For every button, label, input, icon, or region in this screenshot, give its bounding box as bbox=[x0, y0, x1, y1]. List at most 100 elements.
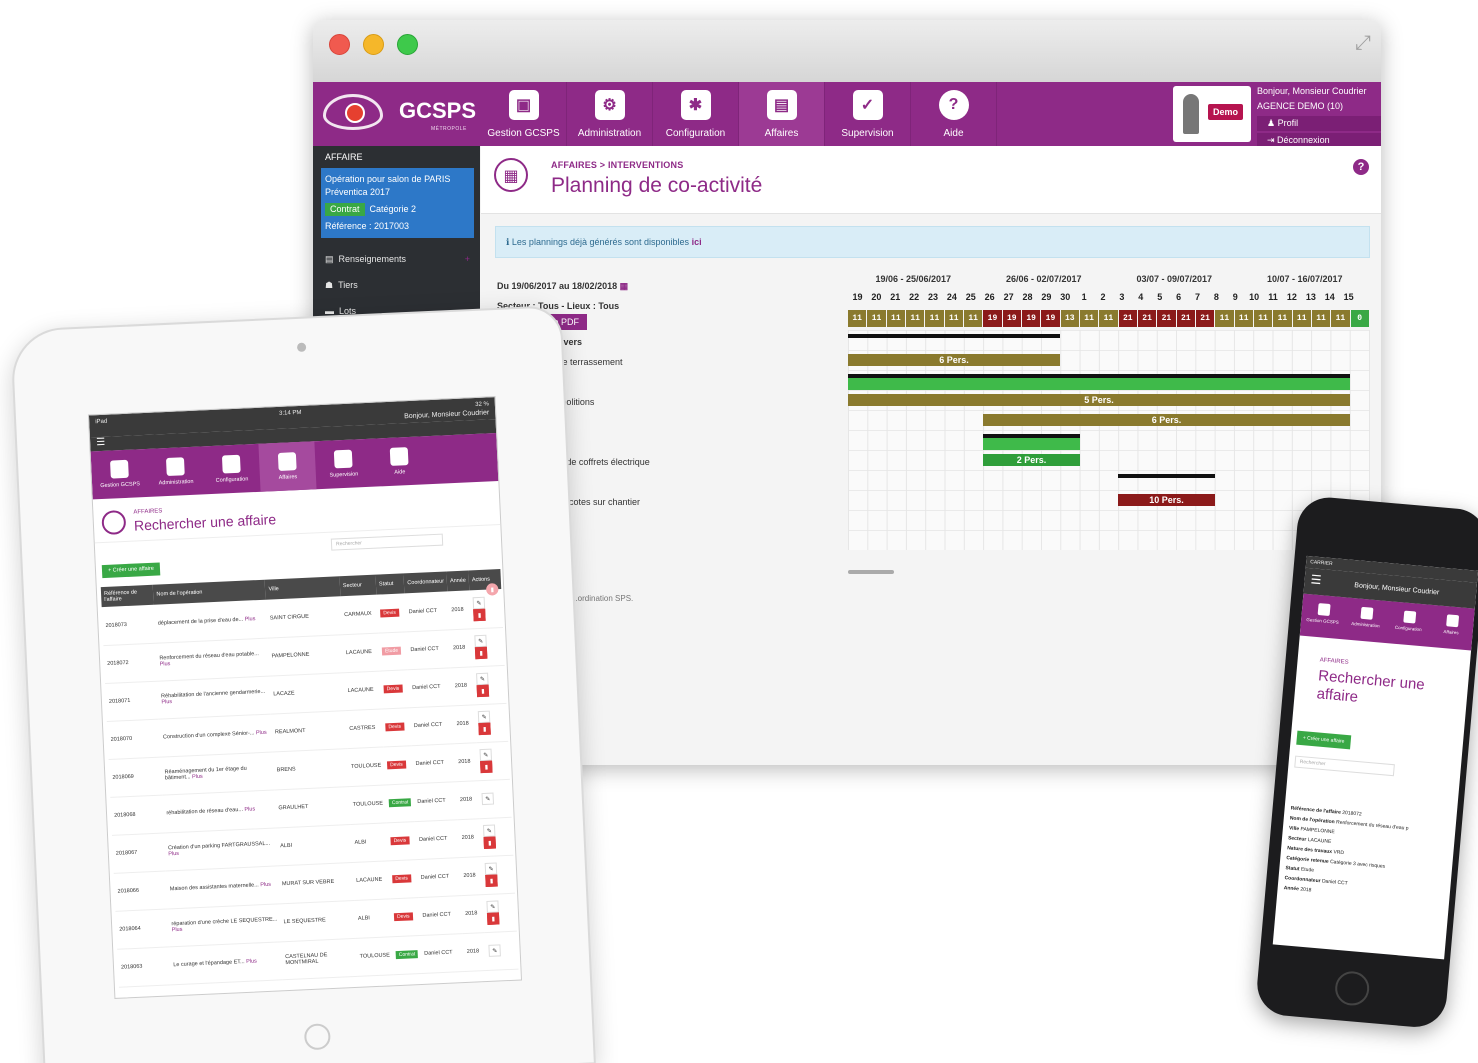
workers-count-cell: 11 bbox=[1331, 310, 1350, 327]
phone-nav-item[interactable]: Affaires bbox=[1428, 605, 1474, 651]
phone-create-button[interactable]: + Créer une affaire bbox=[1296, 730, 1351, 750]
phone-nav-item[interactable]: Gestion GCSPS bbox=[1300, 594, 1346, 640]
secteur-cell: ALBI bbox=[350, 822, 389, 863]
delete-trash-icon[interactable]: ▮ bbox=[487, 912, 500, 925]
reference-cell: 2018063 bbox=[117, 946, 172, 987]
phone-home-button[interactable] bbox=[1333, 970, 1371, 1007]
sidebar-item-tiers[interactable]: ☗ Tiers bbox=[313, 272, 480, 298]
edit-pencil-icon[interactable]: ✎ bbox=[476, 672, 489, 686]
delete-trash-icon[interactable]: ▮ bbox=[474, 646, 488, 660]
user-agency[interactable]: AGENCE DEMO (10) bbox=[1257, 99, 1381, 114]
affaire-reference: Référence : 2017003 bbox=[325, 221, 410, 231]
more-link[interactable]: Plus bbox=[245, 616, 256, 622]
column-header[interactable]: Référence de l'affaire bbox=[100, 584, 154, 608]
close-window-button[interactable] bbox=[329, 34, 350, 55]
gantt-bar[interactable]: 2 Pers. bbox=[983, 454, 1080, 466]
edit-pencil-icon[interactable]: ✎ bbox=[479, 748, 493, 762]
nav-aide[interactable]: ? Aide bbox=[911, 82, 997, 146]
nav-supervision[interactable]: ✓ Supervision bbox=[825, 82, 911, 146]
coordonnateur-cell: Daniel CCT bbox=[411, 743, 457, 784]
tablet-search-input[interactable]: Rechercher bbox=[330, 533, 444, 551]
gantt-bar[interactable] bbox=[983, 438, 1080, 450]
column-header[interactable]: Année bbox=[446, 570, 470, 592]
reference-cell: 2018073 bbox=[101, 604, 156, 646]
window-titlebar: ⤢ bbox=[313, 20, 1381, 82]
gantt-bar[interactable]: 6 Pers. bbox=[848, 354, 1060, 366]
tablet-nav-item[interactable]: Supervision bbox=[314, 439, 372, 489]
minimize-window-button[interactable] bbox=[363, 34, 384, 55]
edit-pencil-icon[interactable]: ✎ bbox=[488, 944, 502, 957]
more-link[interactable]: Plus bbox=[260, 882, 271, 888]
more-link[interactable]: Plus bbox=[168, 851, 179, 857]
column-header[interactable]: Statut bbox=[375, 573, 405, 595]
expand-icon[interactable]: ⤢ bbox=[1355, 30, 1371, 54]
nav-gestion-gcsps[interactable]: ▣ Gestion GCSPS bbox=[481, 82, 567, 146]
tablet-nav-item[interactable]: Configuration bbox=[202, 444, 260, 494]
gantt-bar[interactable]: 10 Pers. bbox=[1118, 494, 1215, 506]
nav-administration[interactable]: ⚙ Administration bbox=[567, 82, 653, 146]
zoom-window-button[interactable] bbox=[397, 34, 418, 55]
more-link[interactable]: Plus bbox=[244, 806, 255, 812]
edit-pencil-icon[interactable]: ✎ bbox=[483, 824, 496, 838]
column-header[interactable]: Coordonnateur bbox=[403, 571, 448, 594]
more-link[interactable]: Plus bbox=[246, 958, 257, 964]
tablet-nav-item[interactable]: Affaires bbox=[258, 441, 317, 492]
tablet-nav-item[interactable]: Administration bbox=[147, 446, 205, 496]
more-link[interactable]: Plus bbox=[160, 661, 171, 667]
delete-trash-icon[interactable]: ▮ bbox=[480, 760, 493, 774]
help-icon[interactable]: ? bbox=[1353, 159, 1369, 175]
gantt-scrollbar[interactable] bbox=[848, 570, 894, 574]
gantt-bar[interactable]: 6 Pers. bbox=[983, 414, 1350, 426]
edit-pencil-icon[interactable]: ✎ bbox=[486, 900, 500, 913]
more-link[interactable]: Plus bbox=[256, 730, 267, 736]
nav-affaires[interactable]: ▤ Affaires bbox=[739, 82, 825, 146]
edit-pencil-icon[interactable]: ✎ bbox=[472, 596, 486, 610]
ville-cell: ALBI bbox=[276, 824, 353, 866]
delete-trash-icon[interactable]: ▮ bbox=[478, 722, 491, 736]
tablet-nav-item[interactable]: Gestion GCSPS bbox=[91, 449, 149, 499]
tablet-breadcrumb[interactable]: AFFAIRES bbox=[133, 508, 162, 515]
reference-cell: 2018069 bbox=[108, 756, 163, 797]
delete-trash-icon[interactable]: ▮ bbox=[483, 836, 497, 850]
gantt-week-header: 19/06 - 25/06/2017 26/06 - 02/07/2017 03… bbox=[848, 274, 1370, 292]
week-label: 03/07 - 09/07/2017 bbox=[1136, 274, 1213, 284]
gantt-bar[interactable] bbox=[848, 378, 1350, 390]
edit-pencil-icon[interactable]: ✎ bbox=[477, 710, 491, 724]
calendar-small-icon[interactable]: ▦ bbox=[620, 281, 629, 291]
more-link[interactable]: Plus bbox=[172, 927, 183, 933]
tablet-nav-item[interactable]: Aide bbox=[370, 436, 428, 486]
plus-icon[interactable]: + bbox=[465, 246, 470, 272]
more-link[interactable]: Plus bbox=[161, 699, 172, 705]
secteur-cell: LACAUNE bbox=[352, 860, 391, 900]
briefcase-icon bbox=[277, 452, 297, 471]
hamburger-menu-icon[interactable]: ☰ bbox=[1310, 572, 1322, 587]
breadcrumb[interactable]: AFFAIRES > INTERVENTIONS bbox=[551, 160, 683, 170]
more-link[interactable]: Plus bbox=[192, 774, 203, 780]
delete-trash-icon[interactable]: ▮ bbox=[485, 874, 498, 887]
gantt-bar[interactable]: 5 Pers. bbox=[848, 394, 1350, 406]
detail-value: Etude bbox=[1300, 866, 1315, 874]
edit-pencil-icon[interactable]: ✎ bbox=[484, 862, 498, 875]
brand-logo[interactable]: GCSPS MÉTROPOLE bbox=[313, 82, 481, 146]
profile-link[interactable]: ♟ Profil bbox=[1257, 116, 1381, 131]
delete-trash-icon[interactable]: ▮ bbox=[476, 684, 490, 698]
workers-count-cell: 11 bbox=[1253, 310, 1273, 327]
phone-greeting[interactable]: Bonjour, Monsieur Coudrier bbox=[1354, 582, 1440, 596]
edit-pencil-icon[interactable]: ✎ bbox=[474, 634, 487, 648]
edit-pencil-icon[interactable]: ✎ bbox=[481, 792, 495, 806]
phone-nav-item[interactable]: Configuration bbox=[1385, 601, 1431, 647]
phone-nav-item[interactable]: Administration bbox=[1343, 597, 1389, 643]
phone-breadcrumb[interactable]: AFFAIRES bbox=[1319, 657, 1348, 666]
column-header[interactable]: Secteur bbox=[339, 574, 377, 597]
detail-value: VRD bbox=[1333, 849, 1345, 857]
tablet-create-button[interactable]: + Créer une affaire bbox=[101, 562, 161, 579]
nav-configuration[interactable]: ✱ Configuration bbox=[653, 82, 739, 146]
logout-label: Déconnexion bbox=[1277, 135, 1330, 145]
tablet-home-button[interactable] bbox=[303, 1023, 331, 1051]
ville-cell: CASTELNAU DE MONTMIRAL bbox=[281, 937, 358, 980]
delete-trash-icon[interactable]: ▮ bbox=[473, 608, 486, 622]
phone-search-input[interactable]: Rechercher bbox=[1294, 755, 1395, 777]
statut-cell: Devis bbox=[390, 897, 421, 937]
sidebar-item-renseignements[interactable]: ▤ Renseignements + bbox=[313, 246, 480, 272]
alert-link[interactable]: ici bbox=[692, 237, 702, 247]
